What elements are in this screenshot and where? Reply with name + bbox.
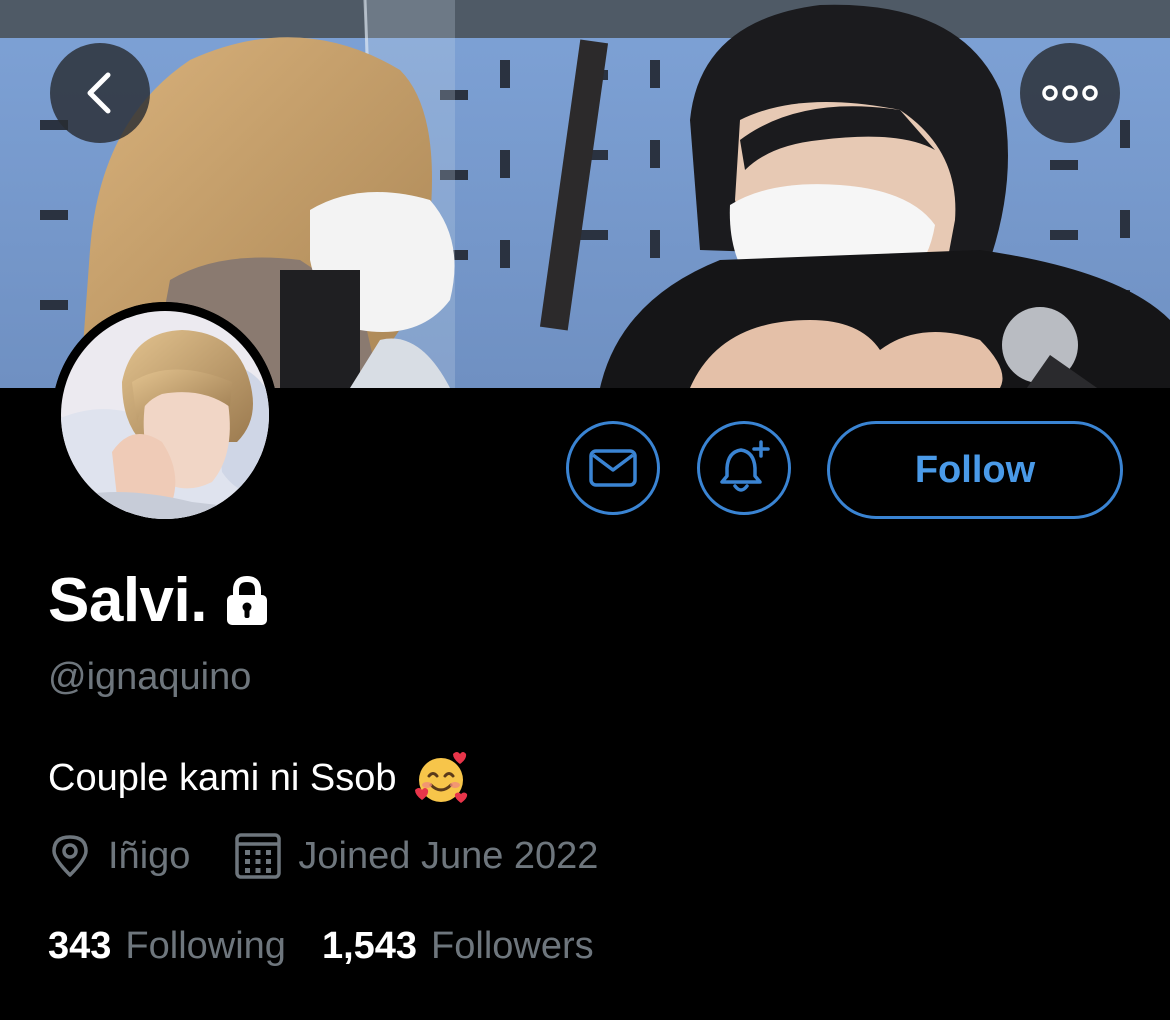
chevron-left-icon (80, 71, 120, 115)
bio: Couple kami ni Ssob (48, 750, 469, 806)
calendar-icon (234, 832, 282, 880)
more-horizontal-icon (1040, 83, 1100, 103)
join-date-text: Joined June 2022 (298, 834, 599, 877)
followers-label: Followers (431, 925, 594, 967)
following-label: Following (125, 925, 286, 967)
profile-meta: Iñigo Joined June 2022 (48, 832, 598, 880)
follow-button[interactable]: Follow (827, 421, 1123, 519)
display-name: Salvi. (48, 566, 208, 635)
following-link[interactable]: 343 Following (48, 925, 286, 968)
location: Iñigo (48, 833, 190, 879)
display-name-row: Salvi. (48, 565, 271, 636)
bio-text: Couple kami ni Ssob (48, 756, 397, 799)
username-handle: @ignaquino (48, 656, 252, 698)
follow-button-label: Follow (914, 448, 1036, 491)
bell-plus-icon (717, 440, 771, 496)
follow-stats: 343 Following 1,543 Followers (48, 925, 594, 968)
followers-link[interactable]: 1,543 Followers (322, 925, 594, 968)
join-date: Joined June 2022 (234, 832, 598, 880)
back-button[interactable] (50, 43, 150, 143)
location-text: Iñigo (108, 834, 191, 877)
smiling-face-with-hearts-icon (413, 750, 469, 806)
more-options-button[interactable] (1020, 43, 1120, 143)
avatar-image (52, 302, 278, 528)
map-pin-icon (48, 833, 92, 879)
notifications-button[interactable] (697, 421, 791, 515)
followers-count: 1,543 (321, 925, 418, 967)
message-button[interactable] (566, 421, 660, 515)
lock-icon (223, 575, 271, 627)
following-count: 343 (48, 925, 112, 967)
avatar[interactable] (52, 302, 278, 528)
envelope-icon (588, 448, 638, 488)
